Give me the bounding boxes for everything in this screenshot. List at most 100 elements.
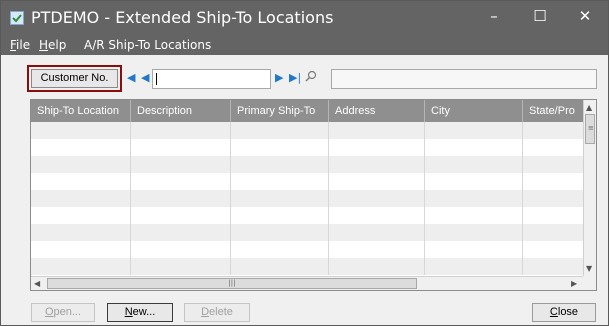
table-cell[interactable] — [425, 139, 523, 156]
table-row[interactable] — [31, 241, 583, 258]
table-cell[interactable] — [31, 156, 131, 173]
table-cell[interactable] — [231, 241, 329, 258]
title-bar[interactable]: PTDEMO - Extended Ship-To Locations – ☐ … — [1, 1, 608, 35]
delete-accel: D — [201, 306, 210, 318]
table-row[interactable] — [31, 224, 583, 241]
table-cell[interactable] — [329, 190, 425, 207]
table-cell[interactable] — [31, 173, 131, 190]
table-cell[interactable] — [131, 258, 231, 275]
table-cell[interactable] — [329, 241, 425, 258]
table-cell[interactable] — [31, 139, 131, 156]
horizontal-scrollbar[interactable]: ◀ ||| ▶ — [31, 276, 583, 290]
table-cell[interactable] — [131, 173, 231, 190]
new-button[interactable]: New... — [107, 303, 173, 322]
table-cell[interactable] — [31, 122, 131, 139]
table-cell[interactable] — [231, 207, 329, 224]
table-cell[interactable] — [231, 258, 329, 275]
table-row[interactable] — [31, 122, 583, 139]
table-cell[interactable] — [425, 241, 523, 258]
menu-help-label: elp — [48, 38, 67, 52]
column-header-city[interactable]: City — [425, 100, 523, 122]
table-cell[interactable] — [231, 173, 329, 190]
table-cell[interactable] — [131, 156, 231, 173]
menu-help-accel: H — [39, 38, 49, 52]
table-row[interactable] — [31, 156, 583, 173]
table-cell[interactable] — [329, 258, 425, 275]
ship-to-grid[interactable]: Ship-To Location Description Primary Shi… — [30, 99, 597, 291]
column-header-description[interactable]: Description — [131, 100, 231, 122]
table-cell[interactable] — [425, 190, 523, 207]
table-row[interactable] — [31, 207, 583, 224]
open-button[interactable]: Open... — [31, 303, 95, 322]
table-cell[interactable] — [131, 122, 231, 139]
menu-help[interactable]: Help — [39, 38, 66, 52]
maximize-button[interactable]: ☐ — [517, 1, 563, 31]
next-record-icon[interactable]: ▶ — [275, 71, 283, 85]
grid-body — [31, 122, 583, 276]
table-cell[interactable] — [425, 258, 523, 275]
menu-file[interactable]: File — [10, 38, 30, 52]
table-cell[interactable] — [131, 190, 231, 207]
scroll-corner — [583, 276, 596, 290]
previous-record-icon[interactable]: ◀ — [141, 71, 149, 85]
table-cell[interactable] — [231, 224, 329, 241]
column-header-primary-ship-to[interactable]: Primary Ship-To — [231, 100, 329, 122]
last-record-icon[interactable]: ▶| — [289, 71, 301, 85]
table-cell[interactable] — [425, 207, 523, 224]
table-cell[interactable] — [31, 190, 131, 207]
table-cell[interactable] — [425, 156, 523, 173]
table-cell[interactable] — [425, 122, 523, 139]
customer-no-input[interactable] — [152, 69, 271, 89]
scroll-right-icon[interactable]: ▶ — [571, 279, 577, 288]
horizontal-scroll-thumb[interactable]: ||| — [47, 278, 417, 289]
close-window-button[interactable]: ✕ — [562, 1, 608, 31]
table-cell[interactable] — [131, 241, 231, 258]
table-cell[interactable] — [329, 139, 425, 156]
close-button[interactable]: Close — [532, 303, 596, 322]
table-cell[interactable] — [231, 122, 329, 139]
new-label: ew... — [132, 306, 156, 318]
table-cell[interactable] — [329, 224, 425, 241]
table-row[interactable] — [31, 173, 583, 190]
table-cell[interactable] — [231, 190, 329, 207]
table-cell[interactable] — [425, 224, 523, 241]
app-icon — [10, 11, 24, 25]
table-cell[interactable] — [329, 156, 425, 173]
vertical-scrollbar[interactable]: ▲ ≡ ▼ — [583, 100, 596, 276]
open-accel: O — [44, 306, 54, 318]
text-caret — [156, 73, 157, 85]
column-header-ship-to-location[interactable]: Ship-To Location — [31, 100, 131, 122]
search-icon[interactable] — [305, 70, 317, 84]
delete-label: elete — [209, 306, 233, 318]
table-cell[interactable] — [131, 139, 231, 156]
table-row[interactable] — [31, 258, 583, 275]
table-cell[interactable] — [329, 207, 425, 224]
table-cell[interactable] — [131, 224, 231, 241]
menu-file-label: ile — [16, 38, 31, 52]
table-row[interactable] — [31, 190, 583, 207]
open-label: pen... — [53, 306, 82, 318]
minimize-button[interactable]: – — [471, 1, 517, 31]
table-cell[interactable] — [31, 224, 131, 241]
scroll-left-icon[interactable]: ◀ — [34, 279, 40, 288]
column-header-address[interactable]: Address — [329, 100, 425, 122]
menu-ar-ship-to[interactable]: A/R Ship-To Locations — [84, 38, 211, 52]
scroll-up-icon[interactable]: ▲ — [586, 103, 592, 112]
table-cell[interactable] — [231, 139, 329, 156]
customer-no-button[interactable]: Customer No. — [31, 69, 118, 88]
table-cell[interactable] — [329, 122, 425, 139]
table-cell[interactable] — [31, 241, 131, 258]
delete-button[interactable]: Delete — [184, 303, 250, 322]
vertical-scroll-thumb[interactable]: ≡ — [585, 114, 595, 144]
table-cell[interactable] — [425, 173, 523, 190]
customer-description-field — [331, 69, 597, 89]
table-cell[interactable] — [31, 207, 131, 224]
table-cell[interactable] — [231, 156, 329, 173]
scroll-down-icon[interactable]: ▼ — [586, 264, 592, 273]
table-row[interactable] — [31, 139, 583, 156]
first-record-icon[interactable]: ◀ — [127, 71, 135, 85]
table-cell[interactable] — [329, 173, 425, 190]
table-cell[interactable] — [31, 258, 131, 275]
column-header-state[interactable]: State/Pro — [523, 100, 583, 122]
table-cell[interactable] — [131, 207, 231, 224]
